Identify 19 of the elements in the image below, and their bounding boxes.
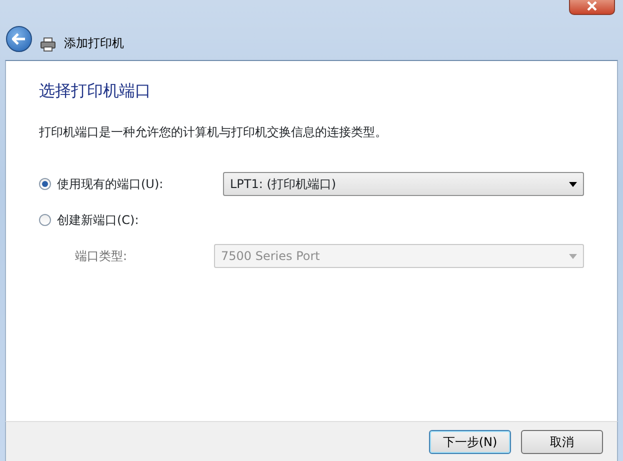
cancel-button[interactable]: 取消 — [521, 430, 603, 454]
window-title: 添加打印机 — [64, 35, 124, 52]
description-text: 打印机端口是一种允许您的计算机与打印机交换信息的连接类型。 — [39, 124, 388, 141]
printer-icon — [40, 37, 56, 52]
disabled-dropdown: 7500 Series Port — [214, 244, 584, 268]
page-heading: 选择打印机端口 — [39, 80, 152, 102]
port-type-label: 端口类型: — [74, 248, 128, 265]
dropdown-arrow-icon — [569, 254, 577, 258]
option-label[interactable]: 创建新端口(C): — [57, 211, 217, 229]
back-arrow-icon — [12, 33, 26, 45]
radio-button[interactable] — [39, 178, 51, 190]
dropdown-arrow-icon — [569, 182, 577, 186]
close-button[interactable] — [569, 0, 615, 15]
back-button[interactable] — [6, 26, 32, 52]
option-label[interactable]: 使用现有的端口(U): — [57, 175, 217, 193]
close-icon — [587, 0, 597, 10]
port-dropdown[interactable]: LPT1: (打印机端口) — [223, 172, 584, 196]
next-button[interactable]: 下一步(N) — [429, 430, 511, 454]
radio-button[interactable] — [39, 214, 51, 226]
